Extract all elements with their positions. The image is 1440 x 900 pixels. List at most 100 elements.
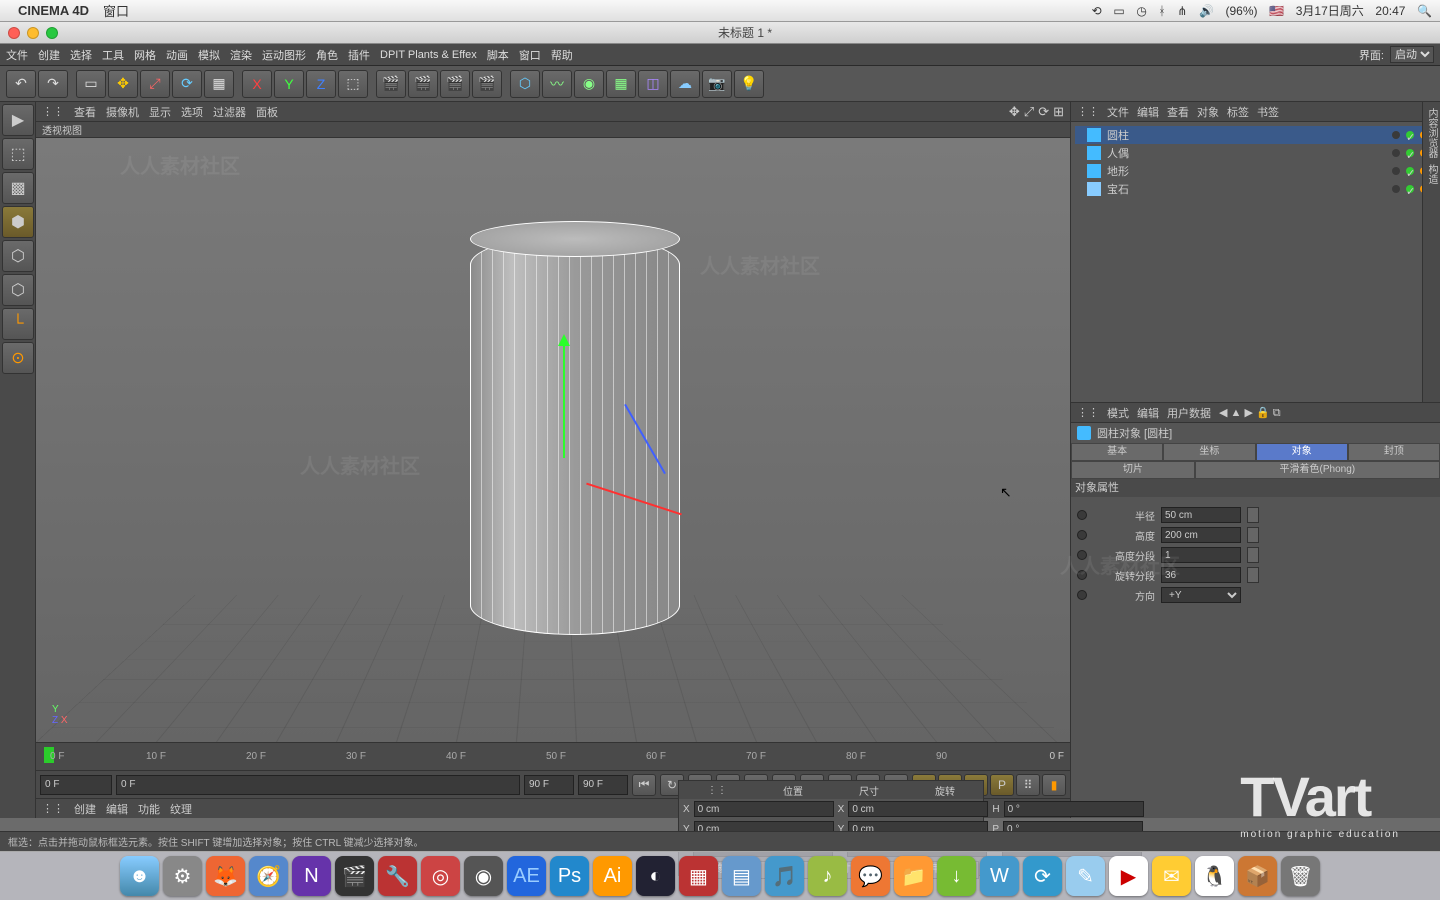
bluetooth-icon[interactable]: ᚼ [1158,4,1165,18]
size-x-field[interactable] [848,801,988,817]
render-view[interactable]: 🎬 [376,70,406,98]
trash-icon[interactable]: 🗑 [1281,856,1320,896]
app-icon[interactable]: 📦 [1238,856,1277,896]
zoom-button[interactable] [46,27,58,39]
tab-structure[interactable]: 构造 [1424,164,1439,184]
om-edit[interactable]: 编辑 [1137,104,1159,120]
mac-menu-window[interactable]: 窗口 [103,1,129,20]
add-env[interactable]: ☁ [670,70,700,98]
height-field[interactable] [1161,527,1241,543]
time-label[interactable]: 20:47 [1375,4,1405,18]
tab-basic[interactable]: 基本 [1071,443,1163,461]
recent-tool[interactable]: ▦ [204,70,234,98]
utility-icon[interactable]: 🔧 [378,856,417,896]
app-icon[interactable]: ↓ [937,856,976,896]
vp-zoom-icon[interactable]: ⤢ [1024,104,1034,120]
menu-mesh[interactable]: 网格 [134,47,156,63]
app-icon[interactable]: ♪ [808,856,847,896]
menu-file[interactable]: 文件 [6,47,28,63]
grip-icon[interactable]: ⋮⋮ [42,802,64,815]
key-pla[interactable]: ⠿ [1016,774,1040,796]
vp-display[interactable]: 显示 [149,104,171,120]
tab-caps[interactable]: 封顶 [1348,443,1440,461]
grip-icon[interactable]: ⋮⋮ [1077,105,1099,118]
display-icon[interactable]: ▭ [1113,4,1124,18]
app-icon[interactable]: 💬 [851,856,890,896]
redo-button[interactable]: ↷ [38,70,68,98]
anim-dot[interactable] [1077,530,1087,540]
grip-icon[interactable]: ⋮⋮ [679,785,755,796]
frame-start-field[interactable] [40,775,112,795]
goto-start[interactable]: ⏮ [632,774,656,796]
mat-tex[interactable]: 纹理 [170,801,192,817]
texture-mode[interactable]: ▩ [2,172,34,204]
menu-anim[interactable]: 动画 [166,47,188,63]
app-icon[interactable]: ▤ [722,856,761,896]
axis-mode[interactable]: └ [2,308,34,340]
key-param[interactable]: P [990,774,1014,796]
mat-create[interactable]: 创建 [74,801,96,817]
ai-icon[interactable]: Ai [593,856,632,896]
anim-dot[interactable] [1077,590,1087,600]
spinner[interactable] [1247,507,1259,523]
add-primitive[interactable]: ⬡ [510,70,540,98]
menu-tools[interactable]: 工具 [102,47,124,63]
render-region[interactable]: 🎬 [408,70,438,98]
frame-slider[interactable] [116,775,520,795]
video-icon[interactable]: 🎬 [335,856,374,896]
ps-icon[interactable]: Ps [550,856,589,896]
grip-icon[interactable]: ⋮⋮ [42,105,64,118]
spinner[interactable] [1247,547,1259,563]
menu-window[interactable]: 窗口 [519,47,541,63]
lock-x-axis[interactable]: X [242,70,272,98]
settings-icon[interactable]: ⚙ [163,856,202,896]
orient-select[interactable]: +Y [1161,587,1241,603]
tab-phong[interactable]: 平滑着色(Phong) [1195,461,1440,479]
add-light[interactable]: 💡 [734,70,764,98]
om-file[interactable]: 文件 [1107,104,1129,120]
tab-slice[interactable]: 切片 [1071,461,1195,479]
app-icon[interactable]: ⟳ [1023,856,1062,896]
nav-up-icon[interactable]: ▲ [1231,407,1242,419]
attr-edit[interactable]: 编辑 [1137,405,1159,421]
timeline-ruler[interactable]: 0 F 10 F 20 F 30 F 40 F 50 F 60 F 70 F 8… [36,742,1070,770]
tab-coord[interactable]: 坐标 [1163,443,1255,461]
frame-range-end[interactable] [524,775,574,795]
tree-item-landscape[interactable]: 地形 ✓ [1075,162,1436,180]
app-icon[interactable]: 🎵 [765,856,804,896]
tab-browser[interactable]: 内容浏览器 [1424,108,1439,158]
tree-item-cylinder[interactable]: 圆柱 ✓ [1075,126,1436,144]
viewport-3d[interactable]: YZ X [36,138,1070,742]
object-tree[interactable]: 圆柱 ✓ 人偶 ✓ 地形 ✓ 宝石 ✓ [1071,122,1440,402]
om-bookmark[interactable]: 书签 [1257,104,1279,120]
app-icon[interactable]: ◉ [464,856,503,896]
vp-view[interactable]: 查看 [74,104,96,120]
onenote-icon[interactable]: N [292,856,331,896]
attr-mode[interactable]: 模式 [1107,405,1129,421]
spinner[interactable] [1247,567,1259,583]
undo-button[interactable]: ↶ [6,70,36,98]
object-mode[interactable]: ⬢ [2,206,34,238]
vp-max-icon[interactable]: ⊞ [1053,104,1064,120]
app-icon[interactable]: ▦ [679,856,718,896]
clock-icon[interactable]: ◷ [1136,4,1146,18]
coord-system[interactable]: ⬚ [338,70,368,98]
point-mode[interactable]: ⬡ [2,240,34,272]
nav-fwd-icon[interactable]: ▶ [1244,407,1252,419]
om-obj[interactable]: 对象 [1197,104,1219,120]
layout-select[interactable]: 启动 [1390,46,1434,63]
rot-h-field[interactable] [1004,801,1144,817]
tree-item-figure[interactable]: 人偶 ✓ [1075,144,1436,162]
vp-filter[interactable]: 过滤器 [213,104,246,120]
om-view[interactable]: 查看 [1167,104,1189,120]
menu-select[interactable]: 选择 [70,47,92,63]
volume-icon[interactable]: 🔊 [1199,4,1214,18]
menu-char[interactable]: 角色 [316,47,338,63]
tree-item-gem[interactable]: 宝石 ✓ [1075,180,1436,198]
select-tool[interactable]: ▭ [76,70,106,98]
rotate-tool[interactable]: ⟳ [172,70,202,98]
menu-dpit[interactable]: DPIT Plants & Effex [380,49,477,61]
minimize-button[interactable] [27,27,39,39]
menu-render[interactable]: 渲染 [230,47,252,63]
sync-icon[interactable]: ⟲ [1092,4,1102,18]
